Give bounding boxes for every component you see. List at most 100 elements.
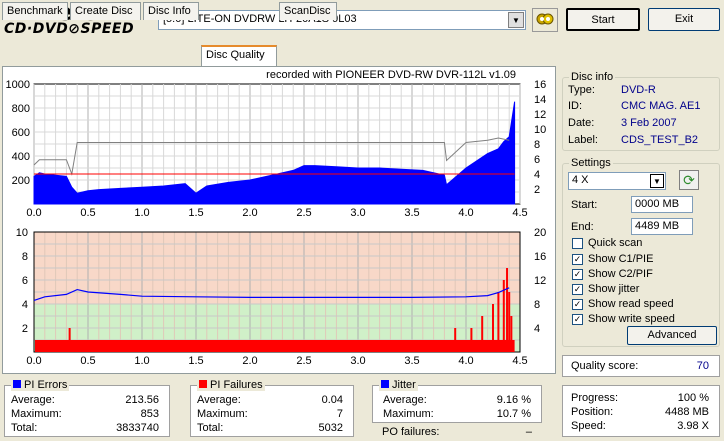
progress-box: Progress: 100 % Position: 4488 MB Speed:… bbox=[562, 385, 720, 437]
top-y-right-tick: 10 bbox=[534, 124, 546, 136]
pi-failures-maximum-label: Maximum: bbox=[197, 408, 248, 420]
top-y-right-tick: 8 bbox=[534, 139, 540, 151]
jitter-title: Jitter bbox=[379, 379, 418, 391]
pi-errors-average-label: Average: bbox=[11, 394, 55, 406]
speed-select-value: 4 X bbox=[572, 174, 589, 186]
jitter-maximum: 10.7 % bbox=[496, 408, 531, 420]
jitter-maximum-label: Maximum: bbox=[383, 408, 434, 420]
pi-failures-bar bbox=[389, 340, 392, 352]
bottom-y-right-tick: 16 bbox=[534, 251, 546, 263]
pi-failures-bar bbox=[506, 268, 509, 352]
disc-date-value: 3 Feb 2007 bbox=[621, 117, 677, 129]
chevron-down-icon[interactable]: ▼ bbox=[650, 174, 664, 188]
drive-chain-icon bbox=[536, 13, 554, 25]
tab-scandisc[interactable]: ScanDisc bbox=[279, 2, 337, 20]
drive-refresh-button[interactable] bbox=[532, 8, 558, 32]
tab-disc-quality[interactable]: Disc Quality bbox=[201, 45, 277, 66]
position-value: 4488 MB bbox=[664, 406, 709, 418]
pi-failures-bar bbox=[259, 340, 262, 352]
pi-failures-bar bbox=[297, 340, 300, 352]
show-c1-pie-label: Show C1/PIE bbox=[588, 253, 654, 265]
pi-failures-color-swatch bbox=[199, 380, 207, 388]
tab-disc-info[interactable]: Disc Info bbox=[143, 2, 199, 20]
pi-failures-total-label: Total: bbox=[197, 422, 224, 434]
chevron-down-icon[interactable]: ▼ bbox=[508, 12, 524, 28]
bottom-x-tick: 3.0 bbox=[350, 355, 365, 367]
show-c2-pif-checkbox[interactable]: ✓ bbox=[572, 269, 583, 280]
exit-button[interactable]: Exit bbox=[648, 8, 720, 31]
show-c1-pie-checkbox[interactable]: ✓ bbox=[572, 254, 583, 265]
top-y-right-tick: 2 bbox=[534, 184, 540, 196]
pi-failures-bar bbox=[492, 304, 494, 352]
bottom-x-tick: 4.0 bbox=[458, 355, 473, 367]
position-label: Position: bbox=[571, 406, 614, 418]
end-field[interactable]: 4489 MB bbox=[631, 218, 693, 235]
top-y-left-tick: 400 bbox=[12, 151, 30, 163]
pi-failures-bar bbox=[37, 340, 40, 352]
bottom-x-tick: 1.5 bbox=[188, 355, 203, 367]
show-c2-pif-label: Show C2/PIF bbox=[588, 268, 653, 280]
pi-failures-bar bbox=[108, 340, 111, 352]
disc-label-value: CDS_TEST_B2 bbox=[621, 134, 699, 146]
top-x-tick: 1.5 bbox=[188, 207, 203, 219]
advanced-button[interactable]: Advanced bbox=[627, 326, 717, 345]
disc-quality-charts: recorded with PIONEER DVD-RW DVR-112L v1… bbox=[6, 69, 547, 367]
disc-id-value: CMC MAG. AE1 bbox=[621, 100, 701, 112]
pi-failures-bar bbox=[173, 340, 176, 352]
top-x-tick: 2.0 bbox=[242, 207, 257, 219]
pi-failures-average: 0.04 bbox=[321, 394, 343, 406]
pi-failures-bar bbox=[405, 340, 408, 352]
show-jitter-label: Show jitter bbox=[588, 283, 640, 295]
start-button[interactable]: Start bbox=[566, 8, 640, 31]
drive-select[interactable]: [5:0] LITE-ON DVDRW LH-20A1S 9L03 ▼ bbox=[158, 10, 526, 30]
bottom-y-right-tick: 8 bbox=[534, 299, 540, 311]
settings-group: Settings 4 X ▼ ⟳ Start: 0000 MB End: 448… bbox=[562, 157, 720, 347]
top-x-tick: 0.5 bbox=[80, 207, 95, 219]
show-jitter-checkbox[interactable]: ✓ bbox=[572, 284, 583, 295]
quick-scan-label: Quick scan bbox=[588, 237, 643, 249]
top-x-tick: 4.0 bbox=[458, 207, 473, 219]
pi-failures-total: 5032 bbox=[318, 422, 343, 434]
pi-failures-bar bbox=[68, 328, 71, 352]
pi-failures-maximum: 7 bbox=[336, 408, 343, 420]
bottom-x-tick: 2.5 bbox=[296, 355, 311, 367]
top-y-right-tick: 14 bbox=[534, 94, 546, 106]
disc-label-label: Label: bbox=[568, 134, 598, 146]
pi-failures-bar bbox=[335, 340, 338, 352]
pi-failures-bar bbox=[281, 340, 284, 352]
jitter-title-text: Jitter bbox=[392, 379, 416, 391]
pi-errors-box: PI Errors Average: 213.56 Maximum: 853 T… bbox=[4, 379, 170, 437]
speed-select[interactable]: 4 X ▼ bbox=[568, 172, 666, 190]
pi-failures-box: PI Failures Average: 0.04 Maximum: 7 Tot… bbox=[190, 379, 354, 437]
quick-scan-checkbox[interactable] bbox=[572, 238, 583, 249]
start-field[interactable]: 0000 MB bbox=[631, 196, 693, 213]
refresh-speed-icon[interactable]: ⟳ bbox=[679, 170, 699, 190]
top-x-tick: 3.5 bbox=[404, 207, 419, 219]
pi-failures-bar bbox=[92, 340, 95, 352]
settings-title: Settings bbox=[569, 157, 613, 169]
pi-failures-bar bbox=[151, 340, 154, 352]
bottom-x-tick: 0.0 bbox=[26, 355, 41, 367]
bottom-y-left-tick: 2 bbox=[22, 323, 28, 335]
po-failures-value: – bbox=[525, 426, 532, 438]
pi-failures-bar bbox=[238, 340, 241, 352]
show-read-speed-label: Show read speed bbox=[588, 298, 674, 310]
pi-failures-title: PI Failures bbox=[197, 379, 265, 391]
jitter-average: 9.16 % bbox=[496, 394, 531, 406]
top-y-left-tick: 200 bbox=[12, 175, 30, 187]
show-read-speed-checkbox[interactable]: ✓ bbox=[572, 299, 583, 310]
pi-failures-chart: 10 8 6 4 2 20 16 12 8 4 0.0 0.5 1.0 1.5 2.0 2.5 3.0 3.5 4.… bbox=[16, 227, 547, 367]
tab-benchmark[interactable]: Benchmark bbox=[2, 2, 68, 20]
tab-create-disc[interactable]: Create Disc bbox=[70, 2, 141, 20]
bottom-y-left-tick: 4 bbox=[22, 299, 28, 311]
pi-errors-total: 3833740 bbox=[116, 422, 159, 434]
top-x-tick: 3.0 bbox=[350, 207, 365, 219]
pi-failures-bar bbox=[357, 340, 359, 352]
jitter-average-label: Average: bbox=[383, 394, 427, 406]
speed-value: 3.98 X bbox=[677, 420, 709, 432]
show-write-speed-checkbox[interactable]: ✓ bbox=[572, 314, 583, 325]
pi-failures-bar bbox=[421, 340, 424, 352]
pi-failures-bar bbox=[454, 328, 457, 352]
pi-errors-average: 213.56 bbox=[125, 394, 159, 406]
top-x-tick: 0.0 bbox=[26, 207, 41, 219]
